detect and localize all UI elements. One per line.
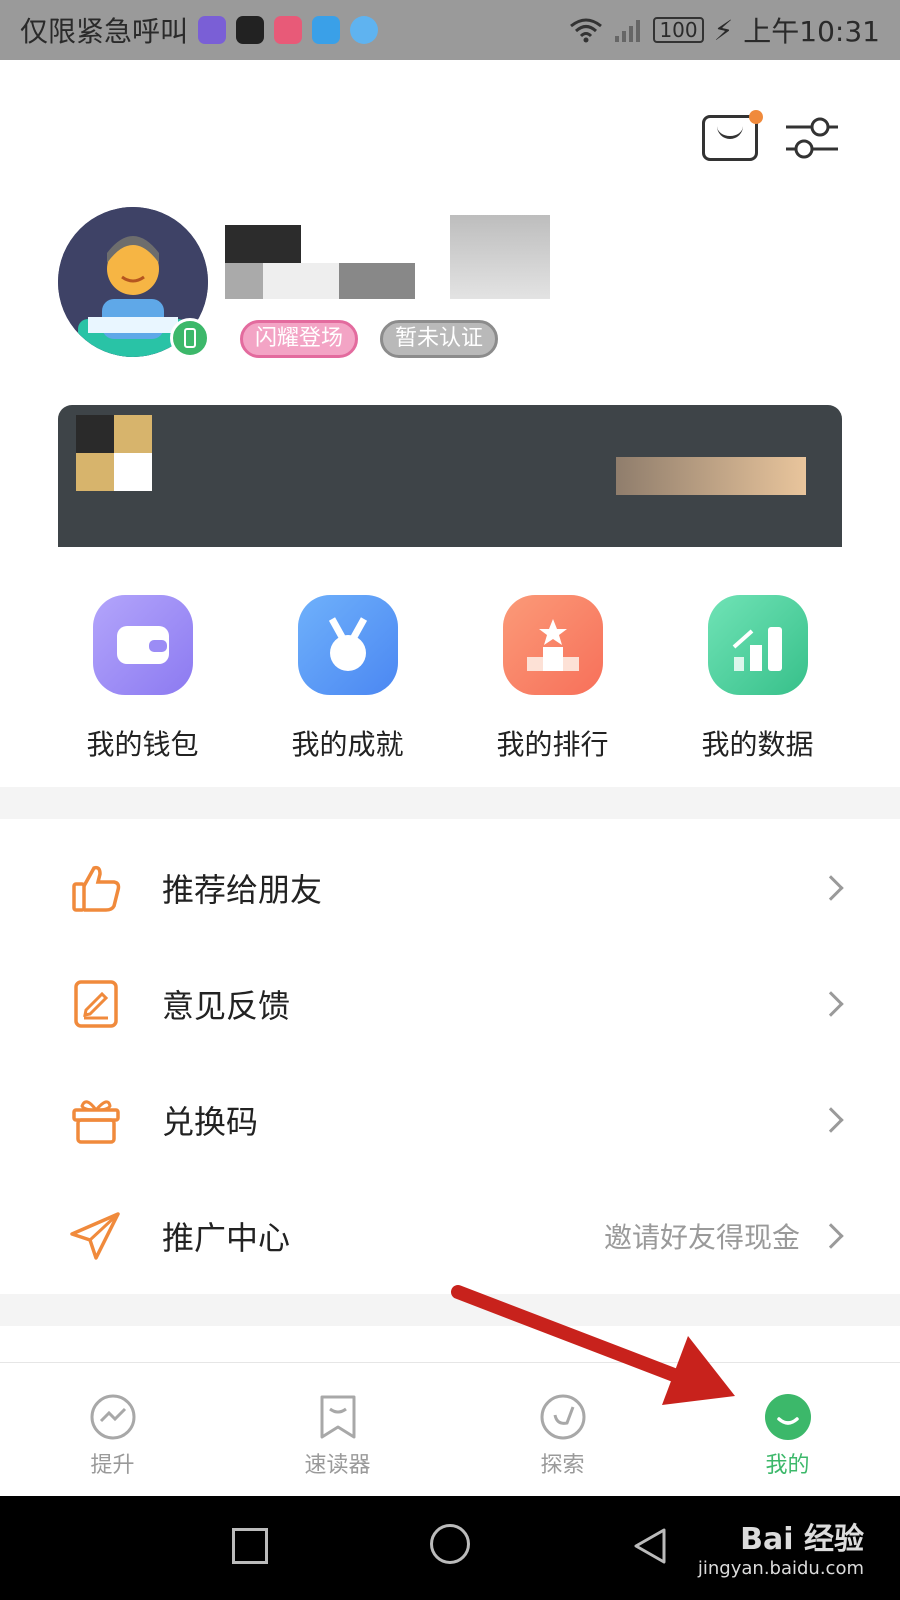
bookmark-icon [314,1393,362,1441]
thumbs-up-icon [70,862,122,914]
nav-label: 速读器 [304,1453,371,1478]
username-redacted [225,225,301,263]
baidu-jingyan-watermark: Bai 经验 jingyan.baidu.com [698,1514,864,1579]
quick-achievements[interactable]: 我的成就 [268,595,428,763]
quick-wallet[interactable]: 我的钱包 [63,595,223,763]
menu-label: 意见反馈 [162,987,291,1025]
app-notification-icon [350,16,379,44]
podium-icon [502,595,603,695]
tag-unverified[interactable]: 暂未认证 [380,320,499,358]
menu-label: 推广中心 [162,1219,291,1257]
app-notification-icon [274,16,303,44]
tab-me[interactable]: 我的 [675,1363,900,1496]
tab-explore[interactable]: 探索 [450,1363,675,1496]
chart-icon [707,595,808,695]
huawei-app-icon [236,16,265,44]
wifi-icon [570,18,603,43]
chevron-right-icon [818,991,844,1017]
tab-improve[interactable]: 提升 [0,1363,225,1496]
section-divider [0,787,900,819]
quick-label: 我的排行 [496,728,609,761]
chevron-right-icon [818,875,844,901]
medal-icon [297,595,398,695]
quick-label: 我的钱包 [86,728,199,761]
back-button[interactable] [630,1526,670,1566]
menu-label: 兑换码 [162,1103,259,1141]
explore-icon [539,1393,587,1441]
bottom-navigation: 提升 速读器 探索 我的 [0,1362,900,1496]
header-actions [702,110,840,161]
quick-label: 我的成就 [291,728,404,761]
quick-label: 我的数据 [701,728,814,761]
quick-ranking[interactable]: 我的排行 [473,595,633,763]
paper-plane-icon [70,1210,122,1262]
signal-icon [615,20,641,42]
status-bar: 仅限紧急呼叫 100 ⚡ 上午10:31 [0,0,900,60]
menu-promotion-center[interactable]: 推广中心 邀请好友得现金 [0,1178,900,1294]
gift-icon [70,1094,122,1146]
tab-speed-reader[interactable]: 速读器 [225,1363,450,1496]
nav-label: 提升 [90,1453,135,1478]
chevron-right-icon [818,1107,844,1133]
quick-actions: 我的钱包 我的成就 我的排行 我的数据 [0,595,900,763]
charging-icon: ⚡ [713,13,734,47]
watermark-url: jingyan.baidu.com [697,1558,864,1579]
smile-icon [764,1393,812,1441]
username-redacted [225,263,415,299]
username-redacted [450,215,550,299]
membership-banner[interactable] [58,405,842,547]
android-navigation-bar: Bai 经验 jingyan.baidu.com [0,1496,900,1600]
carrier-text: 仅限紧急呼叫 [20,15,189,48]
home-button[interactable] [430,1524,470,1564]
banner-logo-redacted [76,453,152,491]
watermark-brand: Bai 经验 [740,1522,864,1557]
clock: 上午10:31 [743,15,880,48]
app-notification-icon [198,16,227,44]
quick-data[interactable]: 我的数据 [678,595,838,763]
recent-apps-button[interactable] [232,1528,268,1564]
menu-label: 推荐给朋友 [162,871,323,909]
trend-icon [89,1393,137,1441]
invite-reward-hint: 邀请好友得现金 [603,1221,800,1254]
unread-dot [749,110,763,124]
section-divider [0,1294,900,1326]
edit-icon [70,978,122,1030]
menu-redeem-code[interactable]: 兑换码 [0,1062,900,1178]
menu-feedback[interactable]: 意见反馈 [0,946,900,1062]
chevron-right-icon [818,1223,844,1249]
wallet-icon [92,595,193,695]
battery-indicator: 100 [653,17,704,43]
shield-app-icon [312,16,341,44]
nav-label: 我的 [765,1453,810,1478]
settings-sliders-icon[interactable] [784,115,840,161]
nav-label: 探索 [540,1453,585,1478]
tag-flash-login: 闪耀登场 [240,320,359,358]
message-icon[interactable] [702,110,763,161]
menu-recommend-friends[interactable]: 推荐给朋友 [0,830,900,946]
banner-button-redacted [616,457,806,495]
phone-verified-badge [170,318,210,358]
